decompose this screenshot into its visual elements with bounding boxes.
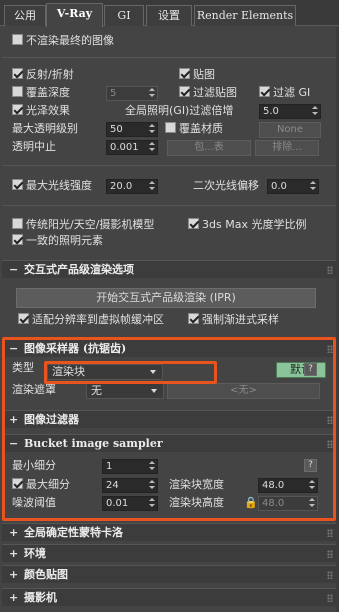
expand-icon: + [9, 526, 19, 539]
expand-icon: + [9, 591, 19, 604]
photometric-scale-checkbox[interactable] [188, 218, 199, 229]
spinner-arrows-icon[interactable] [148, 124, 156, 135]
glossy-row[interactable]: 光泽效果 [12, 103, 70, 119]
divider [2, 165, 337, 166]
legacy-sun-checkbox[interactable] [12, 218, 23, 229]
drag-grip-icon [327, 550, 333, 558]
ipr-section-header[interactable]: − 交互式产品级渲染选项 [2, 260, 337, 278]
photometric-scale-row[interactable]: 3ds Max 光度学比例 [188, 217, 306, 233]
expand-icon: + [9, 547, 19, 560]
filter-maps-row[interactable]: 过滤贴图 [179, 85, 237, 101]
max-transp-label: 最大透明级别 [12, 122, 78, 135]
spinner-arrows-icon[interactable] [148, 181, 156, 192]
fit-resolution-checkbox[interactable] [18, 313, 29, 324]
dont-render-final-checkbox[interactable] [12, 34, 23, 45]
spinner-arrows-icon[interactable] [309, 181, 317, 192]
spinner-arrows-icon[interactable] [311, 106, 319, 117]
override-mtl-checkbox[interactable] [165, 122, 176, 133]
gi-filter-mult-spinner[interactable]: 5.0 [259, 104, 321, 119]
reflection-checkbox[interactable] [12, 68, 23, 79]
secondary-bias-spinner[interactable]: 0.0 [267, 179, 319, 194]
fit-resolution-row[interactable]: 适配分辨率到虚拟帧缓冲区 [18, 312, 164, 328]
override-depth-spinner[interactable]: 5 [106, 86, 158, 101]
override-depth-row[interactable]: 覆盖深度 [12, 85, 70, 101]
secondary-bias-label: 二次光线偏移 [193, 179, 259, 192]
force-progressive-checkbox[interactable] [188, 313, 199, 324]
color-mapping-section-header[interactable]: + 颜色贴图 [2, 565, 337, 583]
transp-cutoff-spinner[interactable]: 0.001 [106, 140, 158, 155]
start-ipr-button[interactable]: 开始交互式产品级渲染 (IPR) [16, 288, 316, 308]
max-ray-intensity-checkbox[interactable] [12, 179, 23, 190]
max-transp-spinner[interactable]: 50 [106, 122, 158, 137]
gi-filter-mult-label: 全局照明(GI)过滤倍增 [125, 104, 234, 117]
legacy-sun-row[interactable]: 传统阳光/天空/摄影机模型 [12, 217, 154, 233]
include-list-button[interactable]: 包...表 [167, 140, 251, 156]
tab-common[interactable]: 公用 [4, 5, 46, 26]
override-mtl-row[interactable]: 覆盖材质 [165, 121, 223, 137]
collapse-icon: − [9, 263, 19, 276]
max-ray-intensity-spinner[interactable]: 20.0 [106, 179, 158, 194]
maps-checkbox[interactable] [179, 68, 190, 79]
spinner-arrows-icon[interactable] [148, 88, 156, 99]
drag-grip-icon [327, 571, 333, 579]
consistent-lighting-row[interactable]: 一致的照明元素 [12, 233, 103, 249]
environment-section-header[interactable]: + 环境 [2, 544, 337, 562]
sampler-type-highlight-box [44, 361, 217, 384]
tab-vray[interactable]: V-Ray [46, 3, 103, 27]
exclude-button[interactable]: 排除... [255, 140, 319, 156]
consistent-lighting-checkbox[interactable] [12, 234, 23, 245]
divider [2, 57, 337, 58]
maps-row[interactable]: 贴图 [179, 67, 215, 83]
dont-render-final-row[interactable]: 不渲染最终的图像 [12, 33, 114, 49]
glossy-checkbox[interactable] [12, 104, 23, 115]
camera-section-header[interactable]: + 摄影机 [2, 588, 337, 606]
tab-gi[interactable]: GI [104, 5, 144, 26]
filter-gi-checkbox[interactable] [259, 86, 270, 97]
tab-bar: 公用 V-Ray GI 设置 Render Elements [0, 0, 339, 27]
reflection-row[interactable]: 反射/折射 [12, 67, 74, 83]
drag-grip-icon [327, 266, 333, 274]
filter-gi-row[interactable]: 过滤 GI [259, 85, 310, 101]
tab-settings[interactable]: 设置 [146, 5, 192, 26]
drag-grip-icon [327, 594, 333, 602]
force-progressive-row[interactable]: 强制渐进式采样 [188, 312, 279, 328]
transp-cutoff-label: 透明中止 [12, 140, 56, 153]
divider [2, 205, 337, 206]
spinner-arrows-icon[interactable] [148, 142, 156, 153]
dmc-section-header[interactable]: + 全局确定性蒙特卡洛 [2, 523, 337, 541]
override-mtl-none-button[interactable]: None [259, 122, 321, 138]
drag-grip-icon [327, 529, 333, 537]
max-ray-intensity-row[interactable]: 最大光线强度 [12, 178, 92, 194]
override-depth-checkbox[interactable] [12, 86, 23, 97]
expand-icon: + [9, 568, 19, 581]
tab-render-elements[interactable]: Render Elements [194, 5, 296, 26]
filter-maps-checkbox[interactable] [179, 86, 190, 97]
vray-panel: 不渲染最终的图像 反射/折射 贴图 覆盖深度 5 过滤贴图 过滤 GI 光泽效果… [0, 27, 339, 612]
